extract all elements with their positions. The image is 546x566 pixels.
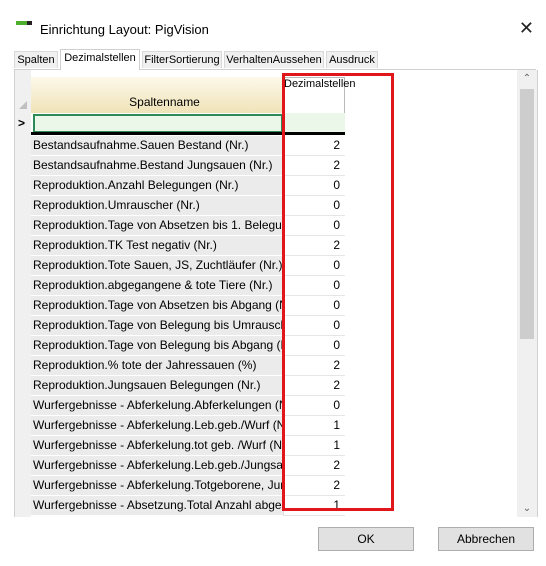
scrollbar-thumb[interactable] <box>520 89 534 339</box>
decimal-grid: Spaltenname Dezimalstellen > Bestandsauf… <box>15 70 515 517</box>
title-bar: Einrichtung Layout: PigVision ✕ <box>0 0 546 44</box>
tab-verhaltenaussehen[interactable]: VerhaltenAussehen <box>224 51 324 68</box>
column-header-spaltenname[interactable]: Spaltenname <box>31 77 299 113</box>
row-name: Reproduktion.Tage von Absetzen bis 1. Be… <box>31 216 283 236</box>
tab-spalten[interactable]: Spalten <box>14 51 58 68</box>
row-name: Reproduktion.Umrauscher (Nr.) <box>31 196 283 216</box>
pigvision-logo-icon <box>16 21 32 31</box>
vertical-scrollbar[interactable]: ⌃ ⌄ <box>517 70 537 517</box>
grid-panel: Spaltenname Dezimalstellen > Bestandsauf… <box>14 70 538 517</box>
row-name: Wurfergebnisse - Abferkelung.tot geb. /W… <box>31 436 283 456</box>
row-name: Reproduktion.Jungsauen Belegungen (Nr.) <box>31 376 283 396</box>
tab-ausdruck[interactable]: Ausdruck <box>326 51 378 68</box>
scroll-up-icon[interactable]: ⌃ <box>517 70 537 87</box>
row-name: Reproduktion.Tage von Absetzen bis Abgan… <box>31 296 283 316</box>
row-name: Bestandsaufnahme.Bestand Jungsauen (Nr.) <box>31 156 283 176</box>
row-name: Reproduktion.abgegangene & tote Tiere (N… <box>31 276 283 296</box>
tab-dezimalstellen[interactable]: Dezimalstellen <box>60 49 140 70</box>
select-all-icon <box>19 101 27 109</box>
cancel-button[interactable]: Abbrechen <box>438 527 534 551</box>
row-name: Reproduktion.TK Test negativ (Nr.) <box>31 236 283 256</box>
row-name: Wurfergebnisse - Abferkelung.Totgeborene… <box>31 476 283 496</box>
grid-corner[interactable] <box>15 77 31 113</box>
tab-filtersortierung[interactable]: FilterSortierung <box>142 51 222 68</box>
close-icon[interactable]: ✕ <box>519 19 534 37</box>
row-name: Wurfergebnisse - Abferkelung.Abferkelung… <box>31 396 283 416</box>
row-name: Bestandsaufnahme.Sauen Bestand (Nr.) <box>31 136 283 156</box>
scroll-down-icon[interactable]: ⌄ <box>517 500 537 517</box>
row-name: Reproduktion.Tote Sauen, JS, Zuchtläufer… <box>31 256 283 276</box>
row-name: Reproduktion.Anzahl Belegungen (Nr.) <box>31 176 283 196</box>
ok-button[interactable]: OK <box>318 527 414 551</box>
row-name: Wurfergebnisse - Absetzung.Total Anzahl … <box>31 496 283 516</box>
row-name: Wurfergebnisse - Abferkelung.Leb.geb./Ju… <box>31 456 283 476</box>
row-name: Reproduktion.Tage von Belegung bis Abgan… <box>31 336 283 356</box>
current-row-indicator: > <box>18 116 26 130</box>
filter-name-cell[interactable] <box>33 114 283 133</box>
row-name: Wurfergebnisse - Abferkelung.Leb.geb./Wu… <box>31 416 283 436</box>
window-title: Einrichtung Layout: PigVision <box>40 22 209 37</box>
row-name: Reproduktion.Tage von Belegung bis Umrau… <box>31 316 283 336</box>
row-name: Reproduktion.% tote der Jahressauen (%) <box>31 356 283 376</box>
highlight-box <box>282 73 394 511</box>
